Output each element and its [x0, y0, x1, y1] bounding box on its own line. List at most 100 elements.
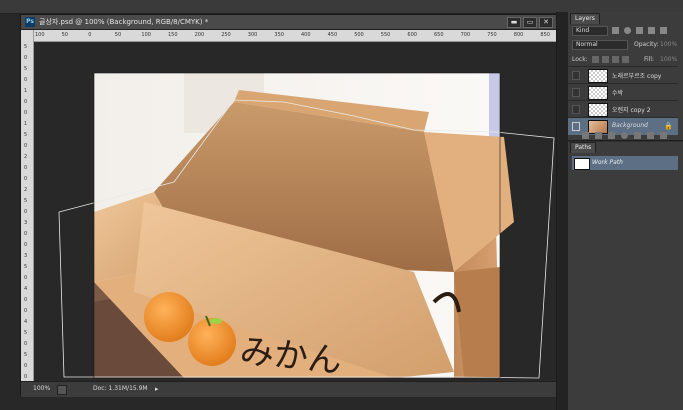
opacity-value[interactable]: 100% [660, 41, 677, 48]
ruler-tick-label: 0 [24, 55, 28, 61]
ruler-tick-label: 400 [301, 32, 311, 38]
blend-mode-select[interactable]: Normal [572, 40, 628, 50]
visibility-toggle-icon[interactable] [572, 105, 580, 114]
paths-panel: Paths Work Path [568, 142, 683, 410]
minimize-button[interactable]: ▬ [507, 17, 521, 28]
tab-layers[interactable]: Layers [570, 13, 600, 24]
ruler-tick-label: 1 [24, 121, 28, 127]
ruler-tick-label: 5 [24, 66, 28, 72]
filter-pixel-icon[interactable] [612, 27, 619, 34]
ruler-tick-label: 5 [24, 352, 28, 358]
ruler-tick-label: 5 [24, 264, 28, 270]
canvas-artwork[interactable]: みかん [34, 42, 557, 381]
opacity-label: Opacity: [634, 41, 659, 48]
layer-row[interactable]: 노래르부르조 copy [568, 66, 678, 84]
document-window: Ps 골상자.psd @ 100% (Background, RGB/8/CMY… [20, 14, 558, 397]
filter-type-icon[interactable] [636, 27, 643, 34]
layer-row[interactable]: 오렌지 copy 2 [568, 100, 678, 118]
layer-name: Background [612, 122, 648, 129]
ruler-tick-label: 5 [24, 330, 28, 336]
ruler-tick-label: 0 [24, 341, 28, 347]
zoom-level[interactable]: 100% [33, 385, 50, 392]
ruler-tick-label: 100 [141, 32, 151, 38]
layer-name: 오렌지 copy 2 [612, 107, 651, 114]
filter-shape-icon[interactable] [648, 27, 655, 34]
blend-mode-value: Normal [576, 41, 598, 48]
ruler-tick-label: 0 [24, 176, 28, 182]
path-name: Work Path [592, 159, 623, 166]
ruler-tick-label: 150 [168, 32, 178, 38]
visibility-toggle-icon[interactable] [572, 71, 580, 80]
status-icon[interactable] [57, 385, 67, 395]
orange-fruit [188, 318, 236, 366]
ruler-tick-label: 850 [540, 32, 550, 38]
lock-transparent-icon[interactable] [592, 56, 599, 63]
orange-leaf [210, 318, 222, 324]
eye-icon[interactable] [572, 122, 580, 131]
add-mask-icon[interactable] [608, 132, 615, 139]
lock-position-icon[interactable] [612, 56, 619, 63]
ruler-tick-label: 250 [221, 32, 231, 38]
visibility-toggle-icon[interactable] [572, 88, 580, 97]
new-group-icon[interactable] [634, 132, 641, 139]
ruler-tick-label: 550 [380, 32, 391, 38]
fill-value[interactable]: 100% [660, 56, 677, 63]
ruler-tick-label: 0 [24, 231, 28, 237]
ruler-tick-label: 600 [407, 32, 417, 38]
status-bar: 100% Doc: 1.31M/15.9M ▸ [21, 381, 557, 397]
ruler-tick-label: 0 [24, 308, 28, 314]
ruler-tick-label: 0 [24, 165, 28, 171]
ruler-tick-label: 5 [24, 132, 28, 138]
layer-thumbnail [588, 69, 608, 83]
ruler-tick-label: 2 [24, 187, 28, 193]
vertical-ruler[interactable]: 5 0 5 0 1 0 0 1 5 0 2 0 0 2 5 0 3 0 0 3 5 0 4 0 0 4 5 0 5 0 0 [21, 30, 34, 381]
ruler-tick-label: 450 [327, 32, 338, 38]
layer-thumbnail [588, 86, 608, 100]
ruler-tick-label: 700 [460, 32, 471, 38]
ruler-tick-label: 800 [513, 32, 524, 38]
ruler-tick-label: 300 [247, 32, 258, 38]
horizontal-ruler[interactable]: 100 50 0 50 100 150 200 250 300 350 400 450 500 550 60… [33, 30, 557, 42]
tab-paths[interactable]: Paths [570, 142, 597, 153]
lock-all-icon[interactable] [622, 56, 629, 63]
ruler-tick-label: 1 [24, 88, 28, 94]
ruler-tick-label: 0 [24, 143, 28, 149]
ruler-tick-label: 4 [24, 286, 28, 292]
ruler-tick-label: 500 [354, 32, 364, 38]
filter-smart-object-icon[interactable] [660, 27, 667, 34]
ruler-tick-label: 0 [24, 275, 28, 281]
ruler-tick-label: 0 [24, 77, 28, 83]
document-title: 골상자.psd @ 100% (Background, RGB/8/CMYK) … [39, 18, 209, 26]
panel-column: Layers Kind Normal Opacity: 100% Lock: F… [568, 12, 683, 410]
delete-layer-icon[interactable] [660, 132, 667, 139]
ruler-tick-label: 50 [61, 32, 68, 38]
layer-name: 노래르부르조 copy [612, 73, 662, 80]
adjustment-layer-icon[interactable] [621, 132, 628, 139]
ruler-tick-label: 50 [114, 32, 122, 38]
lock-image-icon[interactable] [602, 56, 609, 63]
filter-kind-select[interactable]: Kind [572, 26, 608, 36]
path-row-selected[interactable]: Work Path [572, 156, 678, 170]
ruler-tick-label: 0 [24, 374, 28, 380]
ruler-tick-label: 0 [24, 209, 28, 215]
restore-button[interactable]: ▭ [523, 17, 537, 28]
canvas-area[interactable]: みかん [34, 42, 557, 381]
layer-name: 수박 [612, 90, 624, 97]
link-layers-icon[interactable] [582, 132, 589, 139]
layer-style-icon[interactable] [595, 132, 602, 139]
layer-row[interactable]: 수박 [568, 83, 678, 101]
document-size[interactable]: Doc: 1.31M/15.9M [93, 385, 148, 392]
close-button[interactable]: ✕ [539, 17, 553, 28]
ruler-tick-label: 5 [24, 198, 28, 204]
ruler-tick-label: 2 [24, 154, 28, 160]
document-tab[interactable]: Ps 골상자.psd @ 100% (Background, RGB/8/CMY… [21, 15, 557, 30]
ruler-tick-label: 0 [24, 242, 28, 248]
photoshop-doc-icon: Ps [25, 17, 35, 27]
orange-fruit [144, 292, 194, 342]
ruler-tick-label: 750 [487, 32, 497, 38]
ruler-tick-label: 0 [24, 99, 28, 105]
new-layer-icon[interactable] [647, 132, 654, 139]
ruler-tick-label: 5 [24, 44, 28, 50]
filter-adjustment-icon[interactable] [624, 27, 631, 34]
status-menu-arrow-icon[interactable]: ▸ [155, 385, 159, 393]
